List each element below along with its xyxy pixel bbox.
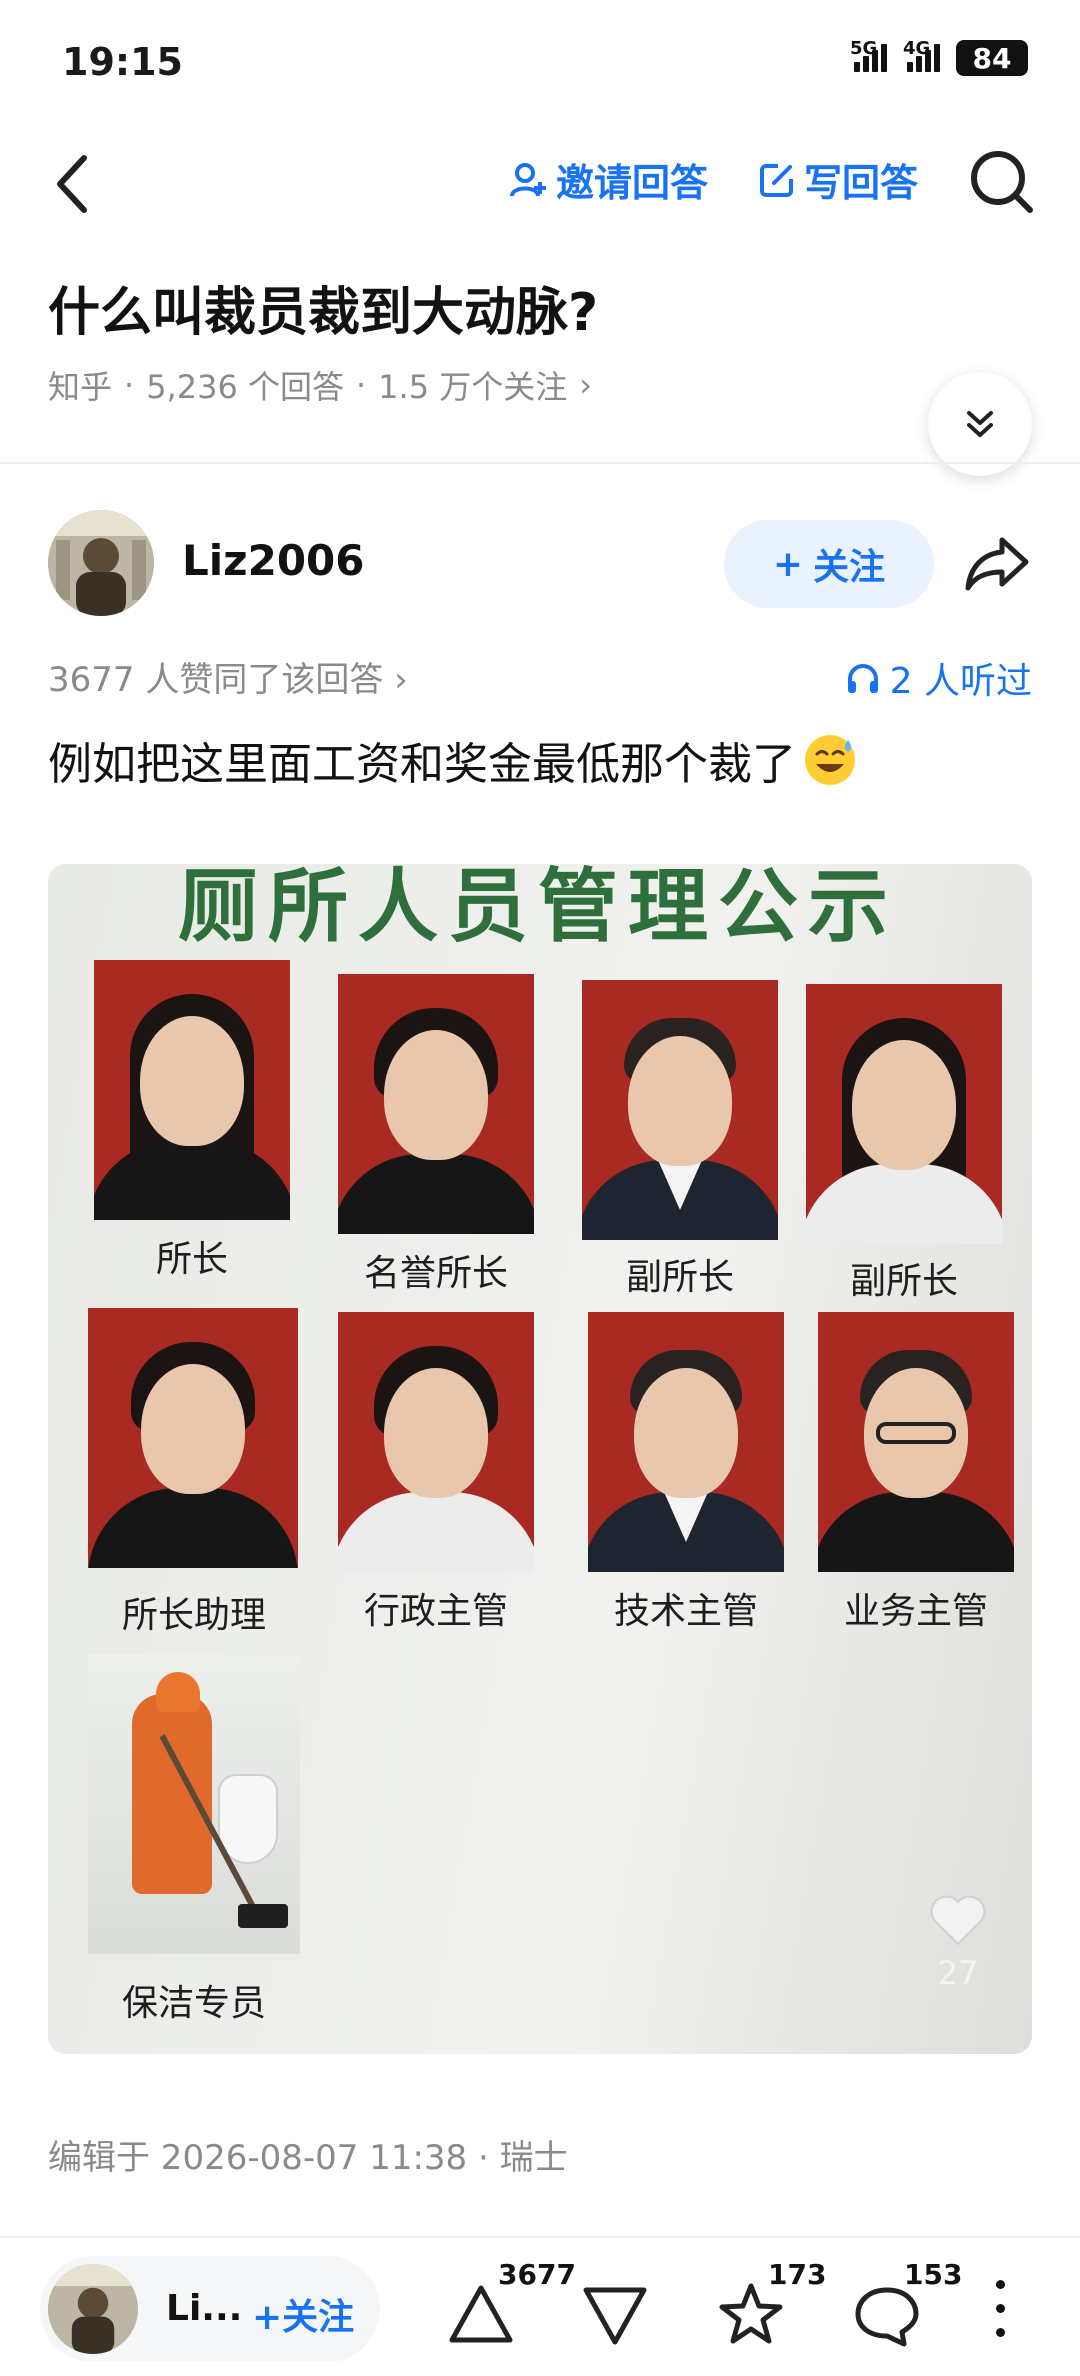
write-answer-button[interactable]: 写回答 [758,152,918,207]
follower-count: 1.5 万个关注 [378,368,568,406]
question-meta[interactable]: 知乎 · 5,236 个回答 · 1.5 万个关注 › [48,362,592,408]
more-icon [995,2279,1005,2289]
answer-text: 例如把这里面工资和奖金最低那个裁了 [48,728,858,792]
portrait-deputy-director-1 [582,980,778,1240]
downvote-icon [583,2287,647,2345]
battery-indicator: 84 [956,40,1028,76]
answer-count: 5,236 个回答 [146,368,344,406]
meta-separator: · [355,366,367,404]
comment-button[interactable]: 153 [852,2258,962,2354]
role-label: 副所长 [849,1261,958,1302]
bottom-author-chip[interactable]: Li... +关注 [40,2256,380,2362]
listeners-count: 2 人听过 [889,661,1032,702]
role-label: 名誉所长 [363,1253,508,1294]
listen-button[interactable]: 2 人听过 [846,652,1032,704]
image-like-count: 27 [937,1954,979,1992]
portrait-director-assistant [88,1308,298,1568]
headphones-icon [847,664,878,693]
avatar[interactable] [48,510,154,616]
invite-answer-button[interactable]: 邀请回答 [508,152,708,207]
expand-button[interactable] [928,372,1032,476]
follow-label: 关注 [282,2297,355,2338]
question-title[interactable]: 什么叫裁员裁到大动脉? [48,270,598,345]
poster-title: 厕所人员管理公示 [178,864,898,953]
signal-4g-icon: 4G [903,38,940,72]
network-type-label: 4G [903,38,931,59]
heart-icon [930,1895,986,1946]
downvote-button[interactable] [580,2264,680,2354]
plus-icon: + [772,543,804,585]
upvote-button[interactable]: 3677 [446,2258,576,2354]
bottom-bar: Li... +关注 3677 173 153 [0,2236,1080,2376]
role-label: 行政主管 [363,1591,508,1632]
image-like-button[interactable]: 27 [918,1894,998,1992]
author-name[interactable]: Liz2006 [182,536,365,585]
portrait-honorary-director [338,974,534,1234]
follow-label: 关注 [813,547,886,588]
answer-image[interactable]: 厕所人员管理公示 所长 名誉所长 副所长 副所长 所长助理 行政主管 技术主管 … [48,864,1032,2054]
avatar[interactable] [48,2264,138,2354]
upvote-count: 3677 [498,2258,576,2291]
portrait-admin-supervisor [338,1312,534,1572]
expand-icon [967,411,993,437]
bottom-author-name: Li... [166,2288,243,2329]
share-button[interactable] [964,534,1032,594]
share-icon [965,537,1029,591]
invite-answer-label: 邀请回答 [556,161,709,205]
back-button[interactable] [40,144,104,224]
chevron-right-icon: › [579,366,593,404]
more-button[interactable] [980,2272,1020,2344]
approval-row: 3677 人赞同了该回答 › 2 人听过 [48,652,1032,702]
meta-separator: · [124,366,135,404]
edited-info: 编辑于 2026-08-07 11:38 · 瑞士 [48,2138,568,2178]
role-label: 所长 [155,1239,228,1280]
sweat-smile-emoji-icon [805,735,855,785]
portrait-tech-supervisor [588,1312,784,1572]
search-icon [971,151,1033,213]
role-label: 副所长 [625,1257,734,1298]
status-bar: 19:15 5G 4G 84 [0,0,1080,130]
search-button[interactable] [966,146,1038,218]
back-icon [57,155,87,213]
role-label: 业务主管 [843,1591,988,1632]
approval-count[interactable]: 3677 人赞同了该回答 › [48,652,408,701]
write-answer-label: 写回答 [804,161,919,205]
comment-count: 153 [904,2258,963,2291]
author-row: Liz2006 + 关注 [0,510,1080,620]
write-icon [760,163,793,197]
favorite-count: 173 [768,2258,827,2291]
source-label: 知乎 [48,368,113,406]
plus-icon: + [252,2297,283,2338]
role-label: 所长助理 [121,1595,266,1636]
portrait-cleaner [88,1654,300,1954]
favorite-button[interactable]: 173 [716,2258,826,2354]
network-type-label: 5G [850,38,878,59]
status-time: 19:15 [62,40,183,84]
portrait-deputy-director-2 [806,984,1002,1244]
role-label: 保洁专员 [121,1983,266,2024]
role-label: 技术主管 [613,1591,758,1632]
invite-icon [510,162,546,197]
portrait-business-supervisor [818,1312,1014,1572]
answer-body: 例如把这里面工资和奖金最低那个裁了 [48,739,796,790]
follow-button[interactable]: + 关注 [724,520,934,608]
top-nav: 邀请回答 写回答 [0,130,1080,240]
portrait-director [94,960,290,1220]
bottom-follow-button[interactable]: +关注 [252,2288,354,2340]
status-indicators: 5G 4G 84 [850,38,1028,76]
divider [0,462,1080,464]
signal-5g-icon: 5G [850,38,887,72]
